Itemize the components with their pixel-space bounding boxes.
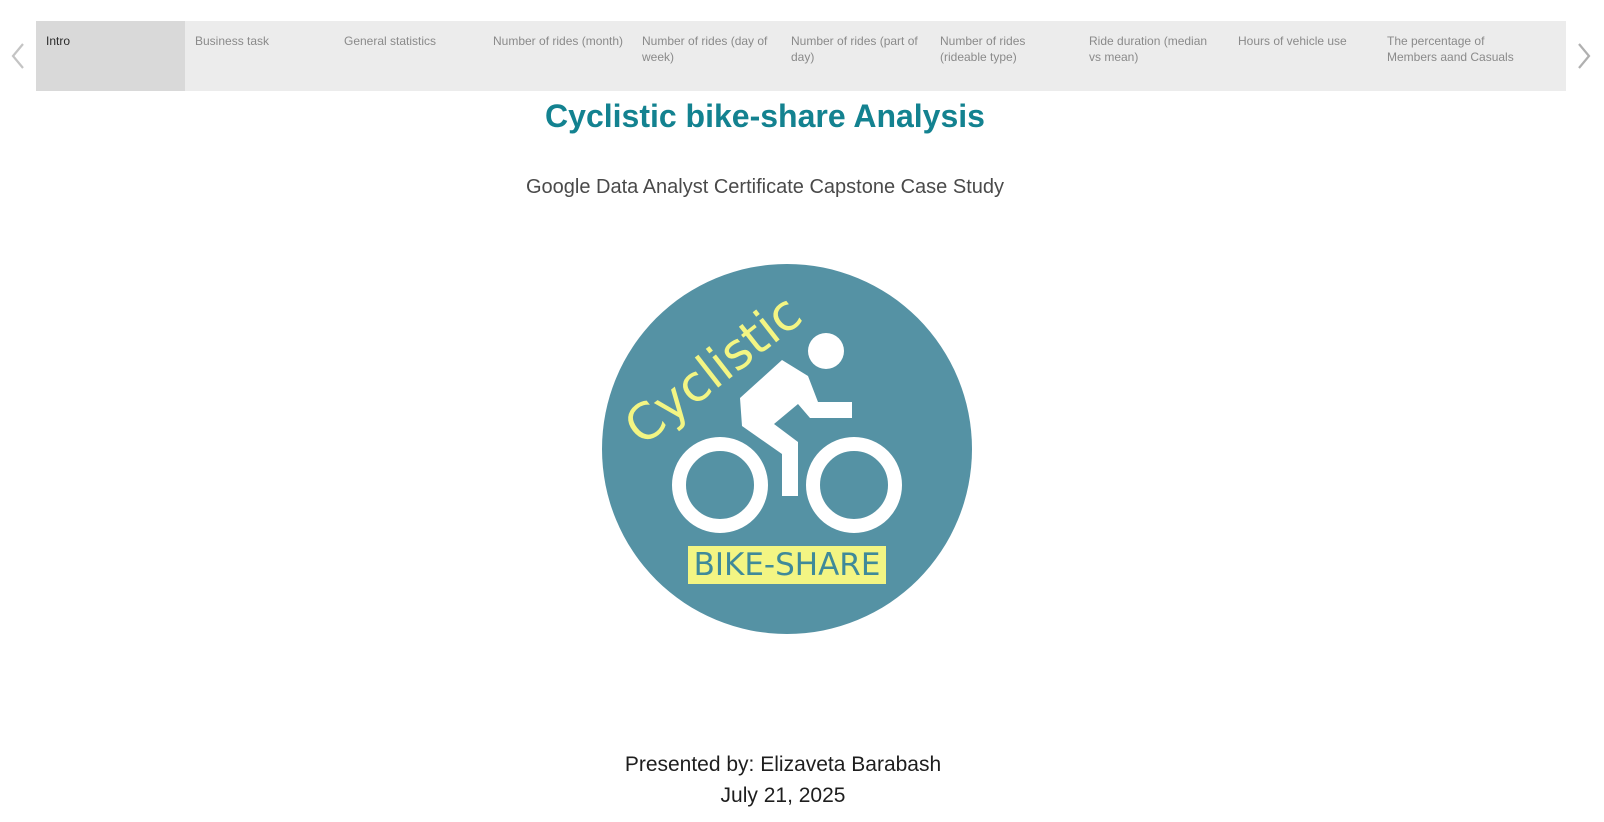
tab-label: Hours of vehicle use [1238, 34, 1347, 48]
story-navigation: Intro Business task General statistics N… [0, 21, 1604, 91]
chevron-right-icon [1578, 43, 1591, 69]
story-tabs: Intro Business task General statistics N… [36, 21, 1566, 91]
tab-rides-day-of-week[interactable]: Number of rides (day of week) [632, 21, 782, 91]
tab-label: Ride duration (median vs mean) [1089, 34, 1208, 64]
tab-intro[interactable]: Intro [36, 21, 186, 91]
tab-general-statistics[interactable]: General statistics [334, 21, 484, 91]
tab-label: Intro [46, 34, 71, 48]
tab-rides-part-of-day[interactable]: Number of rides (part of day) [781, 21, 931, 91]
tab-label: The percentage of Members aand Casuals [1387, 34, 1514, 64]
tab-label: Number of rides (month) [493, 34, 624, 48]
tab-ride-duration[interactable]: Ride duration (median vs mean) [1079, 21, 1229, 91]
tab-business-task[interactable]: Business task [185, 21, 335, 91]
tab-hours-vehicle-use[interactable]: Hours of vehicle use [1228, 21, 1378, 91]
page-subtitle: Google Data Analyst Certificate Capstone… [525, 176, 1005, 198]
logo-caption: BIKE-SHARE [688, 546, 886, 584]
tab-next-partial[interactable] [1526, 21, 1566, 91]
tab-label: General statistics [344, 34, 437, 48]
tab-label: Business task [195, 34, 270, 48]
page-title: Cyclistic bike-share Analysis [545, 98, 985, 134]
story-page: Intro Business task General statistics N… [0, 0, 1604, 822]
tab-label: Number of rides (part of day) [791, 34, 918, 64]
tab-members-casuals-percentage[interactable]: The percentage of Members aand Casuals [1377, 21, 1527, 91]
previous-story-point-button[interactable] [0, 21, 36, 91]
tab-label: Number of rides (day of week) [642, 34, 768, 64]
next-story-point-button[interactable] [1566, 21, 1602, 91]
presenter-text: Presented by: Elizaveta Barabash [624, 753, 942, 776]
chevron-left-icon [11, 43, 24, 69]
presentation-date: July 21, 2025 [720, 784, 846, 807]
tab-label: Number of rides (rideable type) [940, 34, 1026, 64]
tab-rides-rideable-type[interactable]: Number of rides (rideable type) [930, 21, 1080, 91]
tab-rides-month[interactable]: Number of rides (month) [483, 21, 633, 91]
